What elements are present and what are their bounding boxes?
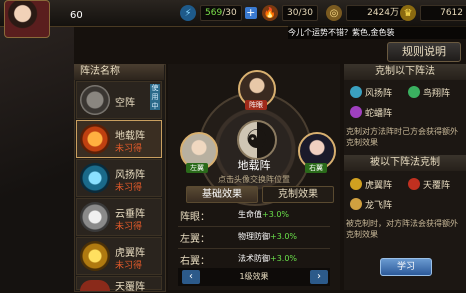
earth-formation-icon [80, 124, 110, 154]
energy-max: /30 [298, 8, 313, 18]
player-level: 60 [70, 10, 83, 21]
formation-item-earth[interactable]: 地载阵 未习得 [76, 120, 162, 158]
countered-name: 龙飞阵 [365, 200, 393, 211]
coin-resource: ◎ 2424万 [326, 4, 404, 22]
counter-name: 蛇蟠阵 [365, 108, 393, 119]
coin-value: 2424万 [346, 5, 404, 21]
cloud-formation-icon [80, 202, 110, 232]
gold-resource: ♛ 7612 [400, 4, 466, 22]
formation-name: 天覆阵 [115, 282, 145, 293]
energy-value: 30 [287, 8, 299, 18]
stat-attr: 生命值 [238, 210, 262, 219]
tiger-formation-icon [80, 241, 110, 271]
coin-icon: ◎ [326, 5, 342, 21]
formation-list-title: 阵法名称 [74, 64, 164, 80]
player-avatar[interactable] [4, 0, 50, 38]
countered-title: 被以下阵法克制 [344, 155, 466, 171]
energy-resource: 🔥 30/30 [262, 4, 318, 22]
stamina-value: 569 [205, 8, 223, 18]
tiger-icon [350, 178, 362, 190]
crown-icon: ♛ [400, 5, 416, 21]
right-wing-tag: 右翼 [305, 163, 327, 173]
sky-icon [408, 178, 420, 190]
tab-counter-effect[interactable]: 克制效果 [262, 186, 334, 203]
formation-name: 风扬阵 [115, 170, 145, 181]
stamina-max: /30 [222, 8, 237, 18]
formation-title: 地载阵 [237, 159, 271, 172]
formation-item-cloud[interactable]: 云垂阵 未习得 [76, 198, 162, 236]
stat-key: 右翼： [180, 256, 210, 267]
countered-name: 虎翼阵 [365, 180, 393, 191]
bird-icon [408, 86, 420, 98]
wind-icon [350, 86, 362, 98]
tab-basic-effect[interactable]: 基础效果 [186, 186, 258, 203]
stat-value: 法术防御+3.0% [238, 253, 297, 264]
add-stamina-button[interactable]: + [244, 7, 257, 19]
formation-name: 虎翼阵 [115, 248, 145, 259]
counter-name: 风扬阵 [365, 88, 393, 99]
sky-formation-icon [80, 280, 110, 291]
left-wing-tag: 左翼 [186, 163, 208, 173]
stat-value: 物理防御+3.0% [238, 231, 297, 242]
lightning-icon: ⚡ [180, 5, 196, 21]
level-effect-label: 1级效果 [239, 272, 269, 281]
empty-formation-icon [80, 85, 110, 115]
counters-description: 克制对方法阵时己方会获得额外克制效果 [346, 127, 458, 147]
stat-attr: 法术防御 [238, 254, 270, 263]
fire-icon: 🔥 [262, 5, 278, 21]
counter-item: 鸟翔阵 [408, 84, 450, 100]
formation-name: 地载阵 [115, 131, 145, 142]
eye-position-tag: 阵眼 [245, 100, 267, 110]
formation-status: 未习得 [115, 183, 143, 193]
wind-formation-icon [80, 163, 110, 193]
stat-attr: 物理防御 [238, 232, 270, 241]
gold-value: 7612 [420, 5, 466, 21]
stamina-resource: ⚡ 569/30 + [180, 4, 257, 22]
formation-name: 云垂阵 [115, 209, 145, 220]
counter-item: 风扬阵 [350, 84, 392, 100]
formation-status: 未习得 [115, 144, 143, 154]
countered-item: 虎翼阵 [350, 176, 392, 192]
formation-item-sky[interactable]: 天覆阵 [76, 276, 162, 293]
stat-row-eye: 阵眼： 生命值+3.0% [178, 204, 330, 227]
stat-key: 左翼： [180, 234, 210, 245]
prev-level-button[interactable]: ‹ [182, 270, 200, 284]
formation-name: 空阵 [115, 98, 135, 109]
stat-row-left: 左翼： 物理防御+3.0% [178, 226, 330, 249]
stat-bonus: +3.0% [262, 210, 290, 219]
formation-item-tiger[interactable]: 虎翼阵 未习得 [76, 237, 162, 275]
formation-status: 未习得 [115, 222, 143, 232]
news-ticker: 今儿个运势不错？紫色,金色装 [288, 26, 466, 39]
stat-value: 生命值+3.0% [238, 209, 289, 220]
background-character [0, 26, 74, 290]
counter-item: 蛇蟠阵 [350, 104, 392, 120]
yin-yang-icon: ☯ [237, 120, 277, 160]
stat-bonus: +3.0% [270, 232, 298, 241]
rules-button[interactable]: 规则说明 [387, 42, 461, 62]
stat-key: 阵眼： [180, 212, 210, 223]
formation-status: 未习得 [115, 261, 143, 271]
counters-title: 克制以下阵法 [344, 64, 466, 80]
countered-item: 龙飞阵 [350, 196, 392, 212]
countered-item: 天覆阵 [408, 176, 450, 192]
learn-button[interactable]: 学习 [380, 258, 432, 276]
counter-name: 鸟翔阵 [423, 88, 451, 99]
countered-description: 被克制时，对方阵法会获得额外克制效果 [346, 219, 458, 239]
snake-icon [350, 106, 362, 118]
in-use-badge: 使用中 [150, 84, 160, 110]
countered-name: 天覆阵 [423, 180, 451, 191]
swap-hint: 点击头像交换阵位置 [218, 175, 290, 184]
next-level-button[interactable]: › [310, 270, 328, 284]
stat-bonus: +3.0% [270, 254, 298, 263]
dragon-icon [350, 198, 362, 210]
formation-item-wind[interactable]: 风扬阵 未习得 [76, 159, 162, 197]
